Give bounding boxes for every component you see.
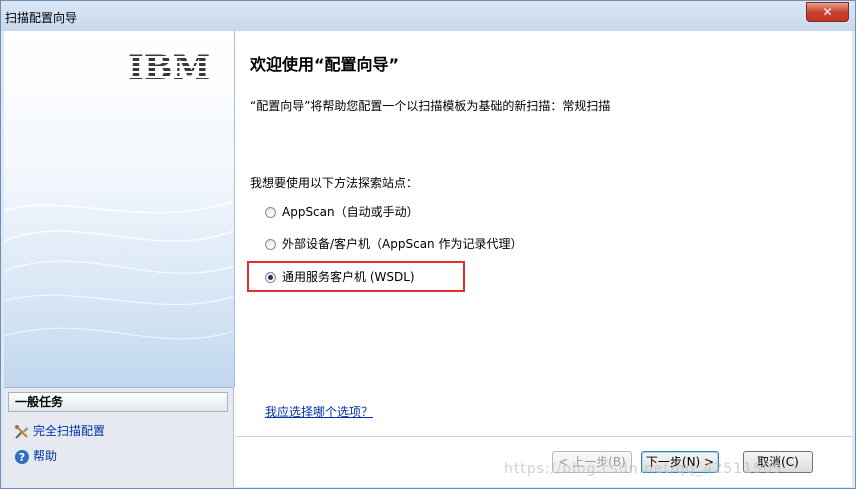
page-description: “配置向导”将帮助您配置一个以扫描模板为基础的新扫描：常规扫描: [250, 99, 611, 113]
close-button[interactable]: ✕: [806, 2, 849, 22]
which-option-help-link[interactable]: 我应选择哪个选项？: [265, 403, 373, 420]
button-separator: [235, 436, 852, 437]
option-appscan[interactable]: AppScan（自动或手动）: [265, 203, 419, 221]
wave-decoration: [4, 200, 234, 340]
wizard-window: 扫描配置向导 ✕ IBM: [0, 0, 856, 489]
ibm-logo: IBM: [128, 48, 214, 88]
window-title: 扫描配置向导: [5, 11, 78, 25]
task-help[interactable]: ? 帮助: [14, 447, 57, 465]
highlight-annotation: [247, 261, 465, 292]
svg-text:?: ?: [19, 451, 25, 464]
general-tasks-panel: 一般任务 完全扫描配置 ? 帮助: [4, 387, 234, 487]
close-icon: ✕: [822, 5, 833, 19]
task-label: 帮助: [33, 449, 58, 463]
left-banner: IBM: [4, 31, 235, 387]
help-icon: ?: [15, 449, 29, 464]
task-label: 完全扫描配置: [33, 424, 106, 438]
ibm-logo-graphic: IBM: [128, 48, 214, 88]
tools-icon: [15, 424, 28, 439]
option-label: AppScan（自动或手动）: [282, 205, 419, 219]
radio-button[interactable]: [265, 239, 276, 250]
tasks-header: 一般任务: [8, 392, 228, 412]
wizard-client: IBM 一般任务: [4, 31, 852, 487]
radio-button[interactable]: [265, 207, 276, 218]
explore-method-label: 我想要使用以下方法探索站点：: [250, 176, 419, 190]
option-external-device[interactable]: 外部设备/客户机（AppScan 作为记录代理）: [265, 235, 522, 253]
watermark-text: https://blog.csdn.net/qq_42511509: [504, 461, 783, 477]
option-label: 外部设备/客户机（AppScan 作为记录代理）: [282, 237, 523, 251]
page-title: 欢迎使用“配置向导”: [250, 55, 400, 74]
wizard-content: 欢迎使用“配置向导” “配置向导”将帮助您配置一个以扫描模板为基础的新扫描：常规…: [235, 31, 852, 487]
title-bar[interactable]: 扫描配置向导 ✕: [1, 1, 855, 31]
task-full-scan-config[interactable]: 完全扫描配置: [14, 422, 105, 440]
